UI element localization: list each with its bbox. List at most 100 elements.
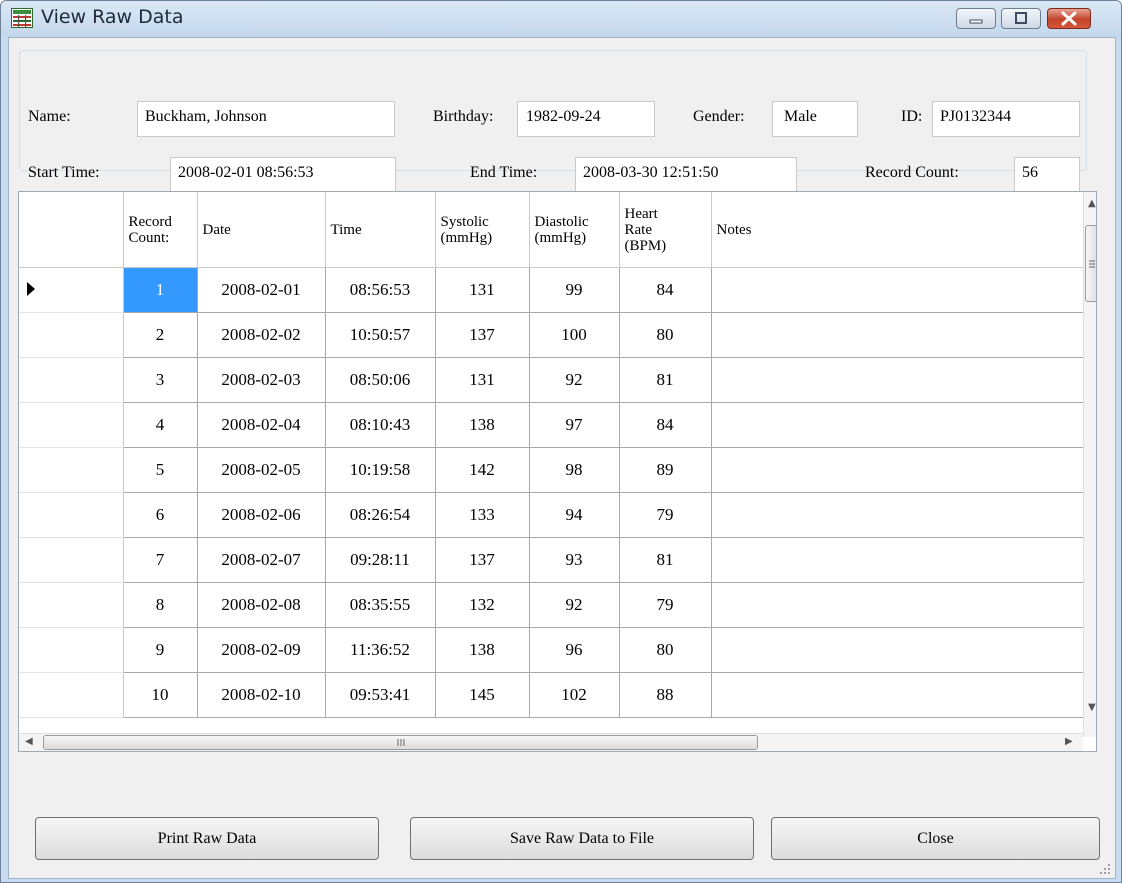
id-field[interactable]: PJ0132344: [932, 101, 1080, 137]
raw-data-grid[interactable]: Record Count: Date Time Systolic (mmHg) Diasto…: [18, 191, 1097, 752]
table-cell[interactable]: 102: [529, 672, 620, 718]
column-header[interactable]: Systolic (mmHg): [435, 192, 530, 268]
close-window-button[interactable]: [1047, 8, 1091, 29]
table-cell[interactable]: 84: [619, 402, 712, 448]
column-header[interactable]: Diastolic (mmHg): [529, 192, 620, 268]
table-cell[interactable]: 81: [619, 357, 712, 403]
row-header[interactable]: [19, 672, 124, 718]
table-cell[interactable]: 2008-02-07: [197, 537, 326, 583]
table-cell[interactable]: [711, 267, 1084, 313]
row-header[interactable]: [19, 627, 124, 673]
table-cell[interactable]: 81: [619, 537, 712, 583]
table-cell[interactable]: 2008-02-05: [197, 447, 326, 493]
vertical-scroll-thumb[interactable]: [1085, 225, 1096, 302]
table-row[interactable]: 9 2008-02-09 11:36:52 138 96 80: [19, 627, 1084, 673]
table-row[interactable]: 7 2008-02-07 09:28:11 137 93 81: [19, 537, 1084, 583]
table-cell[interactable]: 08:56:53: [325, 267, 436, 313]
row-header[interactable]: [19, 267, 124, 313]
table-cell[interactable]: 92: [529, 582, 620, 628]
minimize-button[interactable]: [956, 8, 996, 29]
table-row[interactable]: 1 2008-02-01 08:56:53 131 99 84: [19, 267, 1084, 313]
table-cell[interactable]: 131: [435, 267, 530, 313]
table-cell[interactable]: 99: [529, 267, 620, 313]
table-cell[interactable]: 88: [619, 672, 712, 718]
save-raw-data-button[interactable]: Save Raw Data to File: [410, 817, 754, 860]
table-cell[interactable]: 79: [619, 582, 712, 628]
table-cell[interactable]: 4: [123, 402, 198, 448]
end-time-field[interactable]: 2008-03-30 12:51:50: [575, 157, 797, 193]
table-cell[interactable]: 11:36:52: [325, 627, 436, 673]
table-cell[interactable]: 10: [123, 672, 198, 718]
table-cell[interactable]: 7: [123, 537, 198, 583]
table-row[interactable]: 4 2008-02-04 08:10:43 138 97 84: [19, 402, 1084, 448]
table-cell[interactable]: 137: [435, 537, 530, 583]
print-raw-data-button[interactable]: Print Raw Data: [35, 817, 379, 860]
table-cell[interactable]: [711, 537, 1084, 583]
table-cell[interactable]: 100: [529, 312, 620, 358]
table-cell[interactable]: 138: [435, 402, 530, 448]
table-cell[interactable]: 2008-02-06: [197, 492, 326, 538]
scroll-left-icon[interactable]: ◀: [25, 736, 33, 747]
table-cell[interactable]: 08:50:06: [325, 357, 436, 403]
table-cell[interactable]: [711, 672, 1084, 718]
table-cell[interactable]: 97: [529, 402, 620, 448]
table-cell[interactable]: 9: [123, 627, 198, 673]
record-count-field[interactable]: 56: [1014, 157, 1080, 193]
vertical-scrollbar[interactable]: ▲ ▼: [1083, 192, 1096, 737]
table-cell[interactable]: 6: [123, 492, 198, 538]
table-cell[interactable]: 3: [123, 357, 198, 403]
birthday-field[interactable]: 1982-09-24: [517, 101, 655, 137]
scroll-up-icon[interactable]: ▲: [1088, 198, 1096, 209]
table-cell[interactable]: 84: [619, 267, 712, 313]
table-cell[interactable]: 2008-02-09: [197, 627, 326, 673]
table-row[interactable]: 3 2008-02-03 08:50:06 131 92 81: [19, 357, 1084, 403]
table-row[interactable]: 10 2008-02-10 09:53:41 145 102 88: [19, 672, 1084, 718]
title-bar[interactable]: View Raw Data: [1, 1, 1121, 37]
table-cell[interactable]: 80: [619, 312, 712, 358]
table-cell[interactable]: 92: [529, 357, 620, 403]
table-cell[interactable]: 10:19:58: [325, 447, 436, 493]
table-cell[interactable]: 09:53:41: [325, 672, 436, 718]
table-cell[interactable]: 5: [123, 447, 198, 493]
row-header[interactable]: [19, 582, 124, 628]
scroll-right-icon[interactable]: ▶: [1065, 736, 1073, 747]
table-row[interactable]: 2 2008-02-02 10:50:57 137 100 80: [19, 312, 1084, 358]
table-cell[interactable]: 2008-02-10: [197, 672, 326, 718]
table-cell[interactable]: 93: [529, 537, 620, 583]
column-header[interactable]: Date: [197, 192, 326, 268]
table-cell[interactable]: 8: [123, 582, 198, 628]
column-header[interactable]: Record Count:: [123, 192, 198, 268]
table-cell[interactable]: 137: [435, 312, 530, 358]
table-cell[interactable]: 98: [529, 447, 620, 493]
table-cell[interactable]: [711, 447, 1084, 493]
table-cell[interactable]: 2008-02-04: [197, 402, 326, 448]
table-cell[interactable]: 80: [619, 627, 712, 673]
name-field[interactable]: Buckham, Johnson: [137, 101, 395, 137]
row-header[interactable]: [19, 357, 124, 403]
row-header[interactable]: [19, 492, 124, 538]
table-cell[interactable]: [711, 312, 1084, 358]
table-cell[interactable]: 08:10:43: [325, 402, 436, 448]
table-cell[interactable]: 2008-02-08: [197, 582, 326, 628]
column-header[interactable]: Heart Rate (BPM): [619, 192, 712, 268]
row-header[interactable]: [19, 447, 124, 493]
table-cell[interactable]: 145: [435, 672, 530, 718]
table-row[interactable]: 8 2008-02-08 08:35:55 132 92 79: [19, 582, 1084, 628]
table-cell[interactable]: 2008-02-01: [197, 267, 326, 313]
table-cell[interactable]: 96: [529, 627, 620, 673]
start-time-field[interactable]: 2008-02-01 08:56:53: [170, 157, 396, 193]
table-cell[interactable]: [711, 627, 1084, 673]
table-cell[interactable]: 10:50:57: [325, 312, 436, 358]
table-cell[interactable]: 138: [435, 627, 530, 673]
table-cell[interactable]: 1: [123, 267, 198, 313]
table-cell[interactable]: 2: [123, 312, 198, 358]
table-cell[interactable]: 09:28:11: [325, 537, 436, 583]
table-row[interactable]: 5 2008-02-05 10:19:58 142 98 89: [19, 447, 1084, 493]
table-cell[interactable]: [711, 582, 1084, 628]
table-cell[interactable]: [711, 492, 1084, 538]
table-cell[interactable]: 08:35:55: [325, 582, 436, 628]
table-cell[interactable]: [711, 402, 1084, 448]
row-header[interactable]: [19, 402, 124, 448]
gender-field[interactable]: Male: [772, 101, 858, 137]
table-cell[interactable]: 08:26:54: [325, 492, 436, 538]
